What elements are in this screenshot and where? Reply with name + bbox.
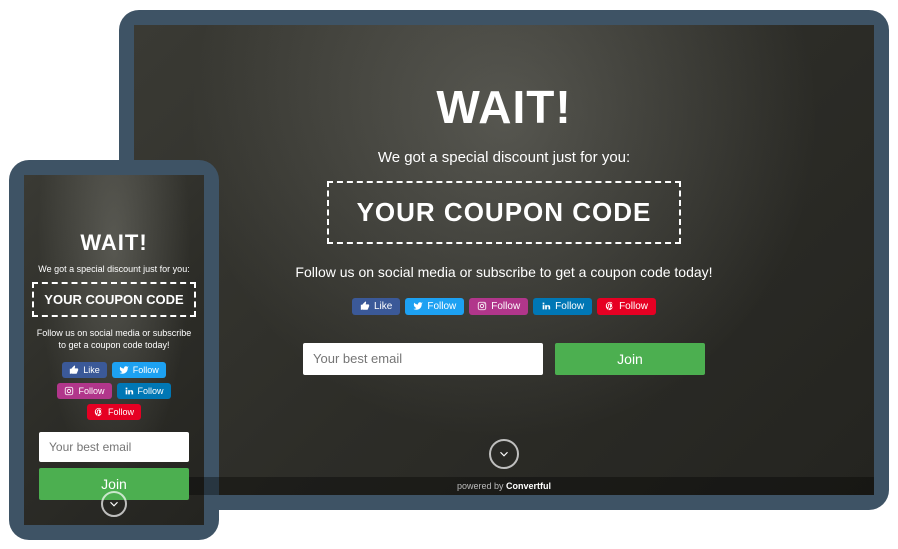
coupon-code-box: YOUR COUPON CODE (32, 282, 195, 317)
twitter-follow-button[interactable]: Follow (405, 298, 464, 315)
instagram-follow-button[interactable]: Follow (469, 298, 528, 315)
instagram-icon (64, 386, 74, 396)
email-field[interactable] (39, 432, 189, 462)
expand-button[interactable] (101, 491, 127, 517)
mobile-frame: WAIT! We got a special discount just for… (9, 160, 219, 540)
instagram-follow-button[interactable]: Follow (57, 383, 111, 399)
facebook-like-button[interactable]: Like (352, 298, 400, 315)
popup-title: WAIT! (436, 80, 571, 134)
linkedin-icon (541, 301, 551, 311)
popup-title: WAIT! (80, 230, 147, 256)
chevron-down-icon (107, 497, 121, 511)
coupon-code-box: YOUR COUPON CODE (327, 181, 682, 244)
facebook-like-button[interactable]: Like (62, 362, 107, 378)
pinterest-follow-button[interactable]: Follow (87, 404, 141, 420)
twitter-follow-button[interactable]: Follow (112, 362, 166, 378)
join-button[interactable]: Join (555, 343, 705, 375)
subscribe-form: Join (303, 343, 705, 375)
linkedin-icon (124, 386, 134, 396)
device-preview-stage: WAIT! We got a special discount just for… (9, 10, 889, 540)
pinterest-icon (94, 407, 104, 417)
subscribe-form: Join (24, 432, 204, 500)
expand-button[interactable] (489, 439, 519, 469)
popup-cta: Follow us on social media or subscribe t… (295, 264, 712, 280)
email-field[interactable] (303, 343, 543, 375)
brand-name: Convertful (506, 481, 551, 491)
social-buttons: Like Follow Follow Follow Follow (352, 298, 656, 315)
popup-cta: Follow us on social media or subscribe t… (24, 327, 204, 352)
instagram-icon (477, 301, 487, 311)
pinterest-follow-button[interactable]: Follow (597, 298, 656, 315)
desktop-screen: WAIT! We got a special discount just for… (134, 25, 874, 495)
desktop-frame: WAIT! We got a special discount just for… (119, 10, 889, 510)
popup-subtitle: We got a special discount just for you: (38, 264, 189, 274)
thumbs-up-icon (360, 301, 370, 311)
pinterest-icon (605, 301, 615, 311)
thumbs-up-icon (69, 365, 79, 375)
powered-by-footer: powered by Convertful (134, 477, 874, 495)
social-buttons: Like Follow Follow Follow Follow (24, 362, 204, 420)
twitter-icon (119, 365, 129, 375)
chevron-down-icon (497, 447, 511, 461)
popup-subtitle: We got a special discount just for you: (378, 149, 630, 166)
linkedin-follow-button[interactable]: Follow (117, 383, 171, 399)
twitter-icon (413, 301, 423, 311)
mobile-screen: WAIT! We got a special discount just for… (24, 175, 204, 525)
linkedin-follow-button[interactable]: Follow (533, 298, 592, 315)
